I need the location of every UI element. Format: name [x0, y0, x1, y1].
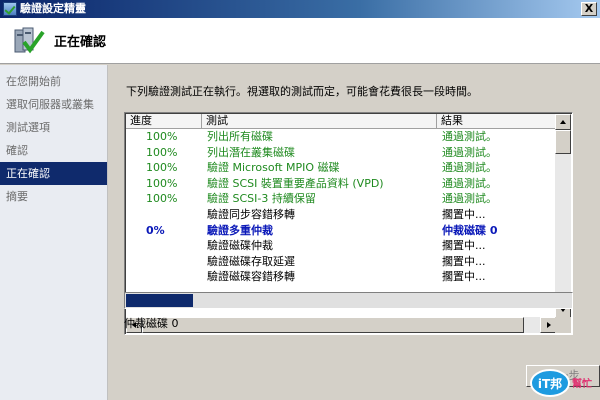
list-header: 進度 測試 結果: [126, 114, 556, 129]
vertical-scrollbar[interactable]: [555, 114, 571, 318]
wizard-step-nav: 在您開始前 選取伺服器或叢集 測試選項 確認 正在確認 摘要: [0, 65, 108, 400]
table-row[interactable]: 驗證磁碟存取延遲 擱置中...: [126, 254, 556, 270]
cell-progress: [126, 238, 202, 254]
ithome-watermark-logo: iT邦 幫忙: [530, 369, 592, 397]
vertical-scroll-thumb[interactable]: [555, 130, 571, 154]
cell-test: 驗證磁碟存取延遲: [207, 254, 295, 268]
close-button[interactable]: X: [581, 2, 597, 16]
cell-result: 通過測試。: [442, 161, 497, 175]
column-header-result[interactable]: 結果: [437, 114, 556, 129]
table-row[interactable]: 驗證同步容錯移轉 擱置中...: [126, 207, 556, 223]
cell-test: 驗證多重仲裁: [207, 223, 273, 237]
table-row[interactable]: 100% 驗證 SCSI 裝置重要產品資料 (VPD) 通過測試。: [126, 176, 556, 192]
status-text: 仲裁磁碟 0: [124, 317, 179, 330]
scroll-right-arrow-icon[interactable]: [540, 317, 556, 333]
cell-result: 仲裁磁碟 0: [442, 223, 498, 237]
cell-progress: 100%: [146, 192, 178, 206]
nav-step-summary[interactable]: 摘要: [0, 185, 107, 208]
table-row[interactable]: 100% 驗證 SCSI-3 持續保留 通過測試。: [126, 191, 556, 207]
scrollbar-corner: [555, 317, 571, 333]
cluster-validate-icon: [14, 27, 45, 54]
cell-progress: 100%: [146, 161, 178, 175]
cell-result: 通過測試。: [442, 176, 497, 190]
description-text: 下列驗證測試正在執行。視選取的測試而定，可能會花費很長一段時間。: [126, 85, 478, 98]
page-title: 正在確認: [54, 35, 107, 50]
nav-step-before-you-begin[interactable]: 在您開始前: [0, 70, 107, 93]
column-header-progress[interactable]: 進度: [126, 114, 202, 129]
table-row[interactable]: 0% 驗證多重仲裁 仲裁磁碟 0: [126, 223, 556, 239]
cell-test: 驗證磁碟容錯移轉: [207, 270, 295, 284]
table-row[interactable]: 100% 列出所有磁碟 通過測試。: [126, 129, 556, 145]
table-row[interactable]: 100% 列出潛在叢集磁碟 通過測試。: [126, 145, 556, 161]
cell-test: 驗證 Microsoft MPIO 磁碟: [207, 161, 340, 175]
nav-step-select-servers[interactable]: 選取伺服器或叢集: [0, 93, 107, 116]
table-row[interactable]: 100% 驗證 Microsoft MPIO 磁碟 通過測試。: [126, 160, 556, 176]
cell-test: 列出潛在叢集磁碟: [207, 145, 295, 159]
nav-step-confirmation[interactable]: 確認: [0, 139, 107, 162]
cell-progress: 100%: [146, 145, 178, 159]
title-bar: 驗證設定精靈 X: [0, 0, 600, 18]
cell-progress: 0%: [146, 223, 165, 237]
wizard-app-icon: [3, 2, 17, 16]
scroll-up-arrow-icon[interactable]: [555, 114, 571, 130]
nav-step-validating[interactable]: 正在確認: [0, 162, 107, 185]
table-row[interactable]: 驗證磁碟仲裁 擱置中...: [126, 238, 556, 254]
cell-test: 驗證 SCSI 裝置重要產品資料 (VPD): [207, 176, 384, 190]
cell-progress: 100%: [146, 130, 178, 143]
progress-bar-fill: [126, 294, 193, 307]
cell-test: 列出所有磁碟: [207, 130, 273, 143]
cell-result: 通過測試。: [442, 145, 497, 159]
cell-result: 擱置中...: [442, 254, 486, 268]
horizontal-scroll-thumb[interactable]: [142, 317, 524, 333]
watermark-text: iT邦: [538, 376, 562, 391]
cell-result: 擱置中...: [442, 270, 486, 284]
overall-progress-bar: [124, 292, 573, 309]
nav-step-test-options[interactable]: 測試選項: [0, 116, 107, 139]
cell-test: 驗證磁碟仲裁: [207, 239, 273, 253]
cell-test: 驗證同步容錯移轉: [207, 207, 295, 221]
cell-progress: [126, 269, 202, 285]
cell-progress: [126, 254, 202, 270]
cell-result: 通過測試。: [442, 130, 497, 143]
cell-progress: 100%: [146, 176, 178, 190]
cell-test: 驗證 SCSI-3 持續保留: [207, 192, 316, 206]
horizontal-scrollbar[interactable]: [126, 317, 556, 333]
window-title: 驗證設定精靈: [20, 2, 86, 15]
cell-result: 通過測試。: [442, 192, 497, 206]
test-rows: 100% 列出所有磁碟 通過測試。 100% 列出潛在叢集磁碟 通過測試。 100% 驗證 M…: [126, 129, 556, 285]
wizard-header: 正在確認: [0, 18, 600, 64]
main-panel: 下列驗證測試正在執行。視選取的測試而定，可能會花費很長一段時間。 進度 測試 結…: [108, 65, 600, 400]
column-header-test[interactable]: 測試: [202, 114, 437, 129]
table-row[interactable]: 驗證磁碟容錯移轉 擱置中...: [126, 269, 556, 285]
cell-result: 擱置中...: [442, 239, 486, 253]
cell-result: 擱置中...: [442, 207, 486, 221]
cell-progress: [126, 207, 202, 223]
watermark-subtext: 幫忙: [572, 377, 592, 390]
